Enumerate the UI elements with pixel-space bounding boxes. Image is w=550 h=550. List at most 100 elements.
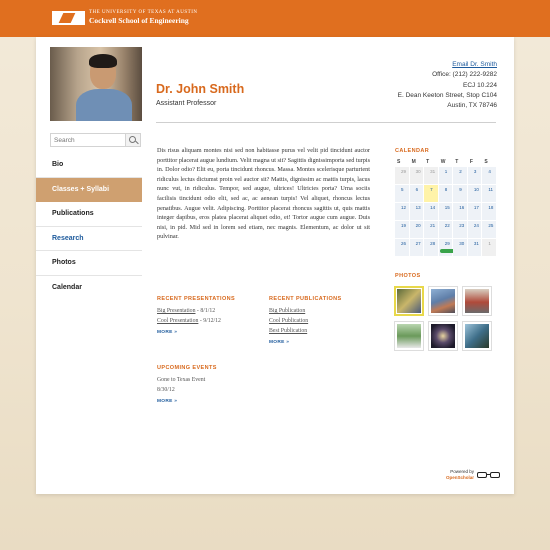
calendar-day[interactable]: 31 — [424, 167, 439, 185]
calendar-day[interactable]: 30 — [453, 239, 468, 257]
events-heading: UPCOMING EVENTS — [157, 365, 217, 371]
calendar-day[interactable]: 3 — [467, 167, 483, 185]
event-title[interactable]: Gone to Texas Event — [157, 376, 205, 386]
calendar-day[interactable]: 6 — [409, 185, 425, 203]
calendar-day[interactable]: 4 — [482, 167, 497, 185]
email-link[interactable]: Email Dr. Smith — [398, 60, 497, 70]
street-address: E. Dean Keeton Street, Stop C104 — [397, 91, 497, 99]
calendar-grid: 29 30 31 1 2 3 4 5 6 7 8 9 10 11 12 13 1… — [395, 167, 497, 257]
calendar-day[interactable]: 8 — [438, 185, 454, 203]
calendar-day[interactable]: 29 — [438, 239, 456, 257]
nav-item-research[interactable]: Research — [36, 227, 142, 251]
calendar-day[interactable]: 23 — [453, 221, 468, 239]
weekday-label: W — [440, 159, 446, 165]
header-divider — [156, 122, 496, 123]
weekday-label: T — [426, 159, 430, 165]
photo-thumbnail[interactable] — [462, 321, 492, 351]
calendar-day[interactable]: 26 — [395, 239, 410, 257]
weekday-label: S — [484, 159, 488, 165]
photo-thumbnail[interactable] — [394, 321, 424, 351]
calendar-day[interactable]: 17 — [467, 203, 483, 221]
calendar-day[interactable]: 16 — [453, 203, 468, 221]
calendar-day[interactable]: 25 — [482, 221, 497, 239]
events-list: Gone to Texas Event 8/30/12 — [157, 376, 205, 396]
calendar-day[interactable]: 2 — [453, 167, 468, 185]
photo-grid — [394, 286, 492, 351]
weekday-label: S — [397, 159, 401, 165]
presentations-list: Big Presentation - 8/1/12 Cool Presentat… — [157, 307, 221, 327]
publication-link[interactable]: Best Publication — [269, 327, 308, 337]
nav-item-publications[interactable]: Publications — [36, 202, 142, 227]
calendar-day[interactable]: 5 — [395, 185, 410, 203]
ut-seal-icon — [52, 10, 85, 25]
calendar-day[interactable]: 20 — [409, 221, 425, 239]
publications-list: Big Publication Cool Publication Best Pu… — [269, 307, 308, 336]
nav-item-calendar[interactable]: Calendar — [36, 276, 142, 301]
publications-heading: RECENT PUBLICATIONS — [269, 296, 342, 302]
calendar-day[interactable]: 27 — [409, 239, 425, 257]
nav-item-photos[interactable]: Photos — [36, 251, 142, 276]
calendar-day-number: 29 — [444, 241, 450, 246]
calendar-day[interactable]: 28 — [424, 239, 439, 257]
presentation-date: - 8/1/12 — [195, 308, 216, 314]
presentation-date: - 9/12/12 — [198, 317, 221, 324]
calendar-day[interactable]: 22 — [438, 221, 454, 239]
calendar-day[interactable]: 31 — [467, 239, 483, 257]
photo-thumbnail[interactable] — [428, 286, 458, 316]
publication-link[interactable]: Big Publication — [269, 307, 308, 317]
powered-by[interactable]: Powered by OpenScholar — [446, 469, 500, 480]
calendar-heading: CALENDAR — [395, 148, 430, 154]
search-input[interactable] — [51, 134, 125, 146]
calendar-day[interactable]: 1 — [482, 239, 497, 257]
calendar-day[interactable]: 29 — [395, 167, 410, 185]
calendar-day[interactable]: 9 — [453, 185, 468, 203]
nav-item-bio[interactable]: Bio — [36, 153, 142, 178]
presentation-link[interactable]: Big Presentation — [157, 308, 195, 314]
publication-link[interactable]: Cool Publication — [269, 317, 308, 327]
calendar-day[interactable]: 19 — [395, 221, 410, 239]
calendar-day[interactable]: 18 — [482, 203, 497, 221]
calendar-day-today[interactable]: 7 — [424, 185, 439, 203]
photos-heading: PHOTOS — [395, 273, 421, 279]
calendar-weekdays: S M T W T F S — [395, 159, 497, 167]
presentations-heading: RECENT PRESENTATIONS — [157, 296, 236, 302]
contact-info: Email Dr. Smith Office: (212) 222-9282 E… — [398, 60, 497, 111]
city-address: Austin, TX 78746 — [447, 102, 497, 110]
sidebar-nav: Bio Classes + Syllabi Publications Resea… — [36, 153, 142, 300]
bio-text: Dis risus aliquam montes nisi sed non ha… — [157, 147, 370, 241]
photo-thumbnail[interactable] — [428, 321, 458, 351]
calendar-day[interactable]: 11 — [482, 185, 497, 203]
list-item: Cool Presentation - 9/12/12 — [157, 317, 221, 327]
photo-thumbnail[interactable] — [462, 286, 492, 316]
nav-item-classes[interactable]: Classes + Syllabi — [36, 177, 142, 202]
weekday-label: F — [469, 159, 473, 165]
profile-photo — [50, 47, 142, 121]
calendar-day[interactable]: 21 — [424, 221, 439, 239]
profile-title: Assistant Professor — [156, 100, 217, 107]
events-more-link[interactable]: MORE » — [157, 399, 177, 404]
calendar-day[interactable]: 1 — [438, 167, 454, 185]
calendar-day[interactable]: 10 — [467, 185, 483, 203]
calendar-day[interactable]: 15 — [438, 203, 454, 221]
publications-more-link[interactable]: MORE » — [269, 340, 289, 345]
calendar-day[interactable]: 30 — [409, 167, 425, 185]
office-phone: Office: (212) 222-9282 — [432, 71, 497, 79]
search-icon[interactable] — [125, 134, 140, 146]
calendar-day[interactable]: 24 — [467, 221, 483, 239]
calendar-widget: S M T W T F S 29 30 31 1 2 3 4 5 6 7 8 9… — [395, 159, 497, 257]
weekday-label: T — [455, 159, 459, 165]
school-name: Cockrell School of Engineering — [89, 16, 189, 25]
glasses-icon — [477, 471, 500, 478]
weekday-label: M — [411, 159, 416, 165]
event-date: 8/30/12 — [157, 386, 175, 393]
university-logo[interactable]: THE UNIVERSITY OF TEXAS AT AUSTIN Cockre… — [52, 10, 198, 25]
calendar-day[interactable]: 13 — [409, 203, 425, 221]
presentation-link[interactable]: Cool Presentation — [157, 318, 198, 324]
calendar-day[interactable]: 12 — [395, 203, 410, 221]
main-card: Bio Classes + Syllabi Publications Resea… — [36, 37, 514, 494]
presentations-more-link[interactable]: MORE » — [157, 330, 177, 335]
office-room: ECJ 10.224 — [463, 81, 497, 89]
calendar-day[interactable]: 14 — [424, 203, 439, 221]
profile-name: Dr. John Smith — [156, 82, 245, 96]
photo-thumbnail[interactable] — [394, 286, 424, 316]
